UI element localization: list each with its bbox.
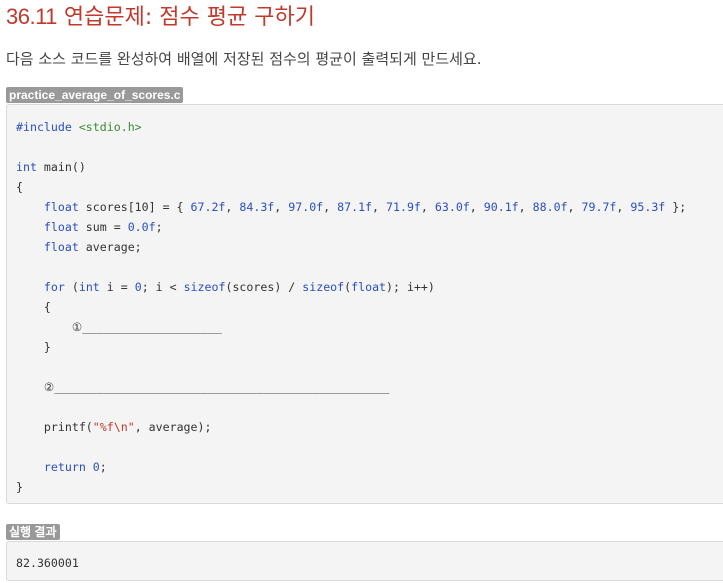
output-block[interactable]: 82.360001	[6, 541, 723, 581]
code-token: average;	[78, 240, 142, 254]
code-token: int	[78, 280, 100, 294]
code-number: 0	[92, 460, 100, 474]
source-code: #include <stdio.h> int main() { float sc…	[16, 120, 687, 494]
code-token: printf(	[43, 420, 93, 434]
source-code-block[interactable]: #include <stdio.h> int main() { float sc…	[6, 104, 723, 504]
code-number: 0	[134, 280, 142, 294]
source-filename-label: practice_average_of_scores.c	[6, 87, 184, 103]
code-token: }	[43, 340, 51, 354]
code-token: (	[64, 280, 79, 294]
code-token: (scores) /	[225, 280, 303, 294]
code-token: float	[351, 280, 387, 294]
code-token: for	[43, 280, 65, 294]
code-token: return	[43, 460, 86, 474]
code-token: {	[43, 300, 51, 314]
code-number: 90.1f	[483, 200, 519, 214]
code-number: 0.0f	[127, 220, 156, 234]
code-number: 88.0f	[532, 200, 568, 214]
code-token: {	[16, 180, 23, 194]
code-token: sum =	[78, 220, 128, 234]
code-token: sizeof	[183, 280, 226, 294]
section-number: 36.11	[6, 4, 57, 29]
code-number: 95.3f	[630, 200, 666, 214]
instructions-text: 다음 소스 코드를 완성하여 배열에 저장된 점수의 평균이 출력되게 만드세요…	[6, 50, 482, 68]
code-token: ;	[99, 460, 107, 474]
code-number: 84.3f	[239, 200, 275, 214]
code-number: 67.2f	[190, 200, 226, 214]
code-token: float	[43, 240, 79, 254]
code-token: }	[16, 480, 23, 494]
code-token: scores[10] = {	[78, 200, 191, 214]
code-string: "%f\n"	[92, 420, 135, 434]
code-token: sizeof	[302, 280, 345, 294]
section-title: 연습문제: 점수 평균 구하기	[63, 5, 315, 30]
code-number: 97.0f	[288, 200, 324, 214]
code-token: main()	[36, 160, 86, 174]
page-title: 36.11 연습문제: 점수 평균 구하기	[6, 2, 315, 33]
blank-2-line: ________________________________________…	[54, 380, 390, 394]
code-token: i =	[99, 280, 135, 294]
code-token: #include	[16, 120, 72, 134]
code-token: float	[43, 220, 79, 234]
code-token: ; i <	[141, 280, 184, 294]
code-number: 79.7f	[581, 200, 617, 214]
code-number: 87.1f	[337, 200, 373, 214]
output-value: 82.360001	[16, 556, 79, 570]
blank-2-marker: ②	[43, 380, 55, 394]
code-token: float	[43, 200, 79, 214]
blank-1-line: ____________________	[82, 320, 222, 334]
code-token: ); i++)	[386, 280, 435, 294]
code-token: };	[665, 200, 687, 214]
code-token: int	[16, 160, 37, 174]
output-label: 실행 결과	[6, 524, 60, 540]
code-token: ;	[155, 220, 163, 234]
blank-1-marker: ①	[71, 320, 83, 334]
code-token: , average);	[134, 420, 212, 434]
code-token: <stdio.h>	[78, 120, 142, 134]
code-number: 63.0f	[434, 200, 470, 214]
code-number: 71.9f	[386, 200, 421, 214]
